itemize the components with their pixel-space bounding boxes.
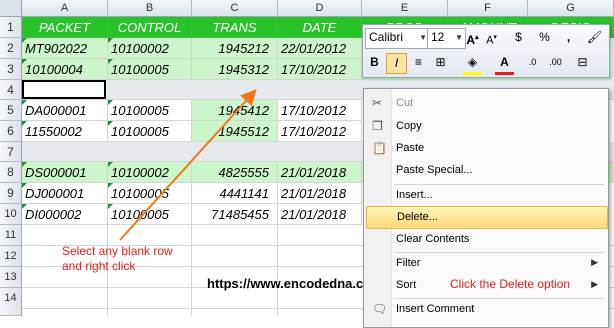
font-size-combo[interactable]: 12 ▼ — [427, 28, 466, 49]
merge-cells-icon[interactable]: ⊟ — [573, 53, 592, 72]
grow-font-icon[interactable]: A▴ — [463, 28, 482, 47]
comment-icon: 🗨 — [372, 302, 388, 316]
submenu-arrow-icon: ▶ — [591, 257, 598, 267]
menu-item-insert[interactable]: Insert... — [366, 185, 606, 206]
font-size-value: 12 — [431, 30, 445, 44]
chevron-down-icon: ▼ — [419, 33, 427, 42]
arrow-to-row-4 — [119, 89, 257, 241]
fill-color-icon[interactable]: ◈ — [463, 53, 482, 75]
italic-button[interactable]: I — [386, 53, 407, 74]
font-color-button[interactable]: A — [495, 53, 514, 75]
comma-style-button[interactable]: , — [559, 28, 578, 47]
menu-item-paste-special[interactable]: Paste Special... — [366, 160, 606, 181]
menu-item-clear-contents[interactable]: Clear Contents — [366, 229, 606, 250]
percent-button[interactable]: % — [535, 28, 554, 47]
copy-icon: ❐ — [372, 119, 383, 133]
paste-icon: 📋 — [372, 141, 387, 155]
mini-toolbar: Calibri ▼ 12 ▼ A▴ A▾ $ % , 🖌 B I ≡ ⊞ ◈ A… — [362, 24, 610, 78]
menu-item-copy[interactable]: ❐ Copy — [366, 116, 606, 137]
menu-item-cut[interactable]: ✂ Cut — [366, 93, 606, 114]
menu-item-delete[interactable]: Delete... — [366, 206, 608, 229]
font-name-combo[interactable]: Calibri ▼ — [365, 28, 430, 49]
menu-item-paste[interactable]: 📋 Paste — [366, 138, 606, 159]
submenu-arrow-icon: ▶ — [591, 279, 598, 289]
annotation-click-delete: Click the Delete option — [450, 277, 571, 291]
borders-icon[interactable]: ⊞ — [431, 53, 450, 72]
bold-button[interactable]: B — [365, 53, 384, 72]
decrease-decimal-button[interactable]: .00 — [546, 53, 565, 72]
format-painter-icon[interactable]: 🖌 — [585, 28, 604, 47]
context-menu: ✂ Cut ❐ Copy 📋 Paste Paste Special... In… — [363, 88, 609, 328]
menu-item-filter[interactable]: Filter ▶ — [366, 253, 606, 274]
shrink-font-icon[interactable]: A▾ — [482, 28, 501, 47]
chevron-down-icon: ▼ — [455, 33, 463, 42]
menu-item-insert-comment[interactable]: 🗨 Insert Comment — [366, 299, 606, 320]
font-name-value: Calibri — [369, 30, 404, 44]
increase-decimal-button[interactable]: .0 — [523, 53, 542, 72]
scissors-icon: ✂ — [372, 96, 383, 110]
currency-button[interactable]: $ — [509, 28, 528, 47]
center-align-button[interactable]: ≡ — [409, 53, 428, 72]
